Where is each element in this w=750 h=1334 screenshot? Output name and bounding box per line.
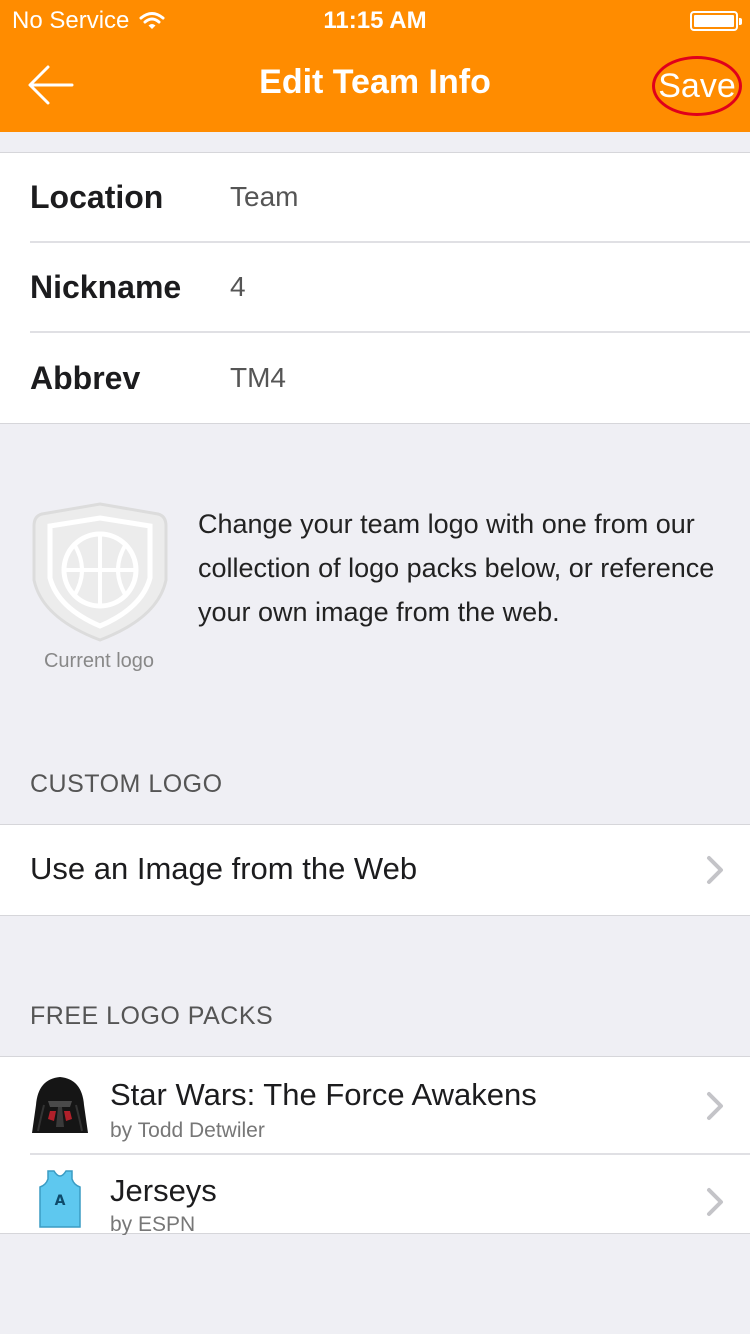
nickname-label: Nickname <box>30 268 182 305</box>
location-row[interactable]: Location Team <box>30 153 750 243</box>
page-title: Edit Team Info <box>259 63 491 101</box>
nickname-row[interactable]: Nickname 4 <box>30 243 750 333</box>
custom-logo-header: CUSTOM LOGO <box>30 770 223 798</box>
location-label: Location <box>30 178 164 215</box>
jersey-letter: A <box>55 1193 66 1209</box>
location-field[interactable]: Team <box>230 181 298 213</box>
save-button-label: Save <box>658 66 736 105</box>
pack-author: by Todd Detwiler <box>110 1119 265 1142</box>
team-info-form: Location Team Nickname 4 Abbrev TM4 <box>0 152 750 424</box>
navigation-bar: No Service 11:15 AM Edit Team Info Save <box>0 0 750 132</box>
use-web-image-cell[interactable]: Use an Image from the Web <box>0 824 750 916</box>
abbrev-field[interactable]: TM4 <box>230 362 286 394</box>
jersey-icon: A <box>39 1170 81 1228</box>
status-bar: No Service 11:15 AM <box>0 0 750 40</box>
list-item[interactable]: Star Wars: The Force Awakens by Todd Det… <box>0 1057 750 1155</box>
free-logo-packs-header: FREE LOGO PACKS <box>30 1002 274 1030</box>
chevron-right-icon <box>707 1188 723 1216</box>
chevron-right-icon <box>707 1092 723 1120</box>
pack-title: Star Wars: The Force Awakens <box>110 1077 537 1112</box>
battery-icon <box>690 11 742 31</box>
chevron-right-icon <box>707 856 723 884</box>
current-logo-caption: Current logo <box>43 650 155 672</box>
logo-info: Current logo Change your team logo with … <box>0 500 750 680</box>
pack-author: by ESPN <box>110 1213 196 1235</box>
abbrev-row[interactable]: Abbrev TM4 <box>30 333 750 423</box>
basketball-shield-logo-icon <box>32 502 168 642</box>
abbrev-label: Abbrev <box>30 359 141 396</box>
status-time: 11:15 AM <box>323 7 427 34</box>
kylo-ren-helmet-icon <box>32 1077 88 1133</box>
nickname-field[interactable]: 4 <box>230 271 246 303</box>
list-item[interactable]: A Jerseys by ESPN <box>0 1155 750 1251</box>
pack-title: Jerseys <box>110 1173 217 1208</box>
save-button[interactable]: Save <box>652 56 742 116</box>
logo-description: Change your team logo with one from our … <box>198 509 715 627</box>
logo-packs-list: Star Wars: The Force Awakens by Todd Det… <box>0 1056 750 1235</box>
use-web-image-label: Use an Image from the Web <box>30 851 418 886</box>
